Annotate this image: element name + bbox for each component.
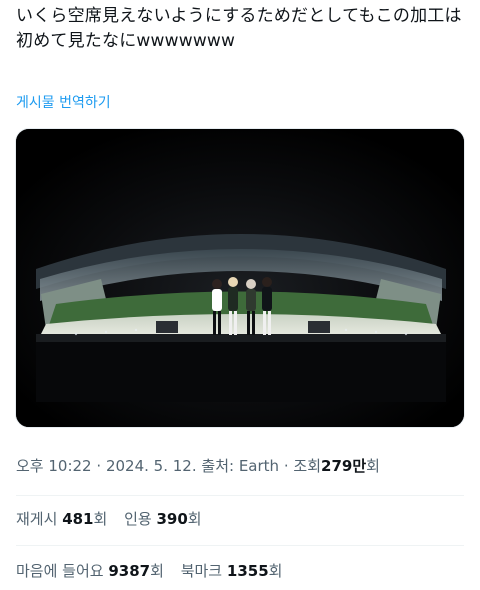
tweet-date[interactable]: 2024. 5. 12. — [106, 457, 197, 475]
meta-separator: · — [96, 457, 102, 475]
bookmarks-count: 1355 — [226, 562, 269, 580]
engagement-row-1: 재게시 481회 인용 390회 — [16, 508, 214, 530]
views-suffix: 회 — [366, 457, 380, 475]
likes-label: 마음에 들어요 — [16, 562, 104, 580]
bookmarks-stat[interactable]: 북마크 1355회 — [181, 560, 283, 582]
bookmarks-suffix: 회 — [268, 562, 283, 580]
quotes-label: 인용 — [124, 510, 152, 528]
divider — [16, 545, 464, 546]
meta-separator: · — [283, 457, 289, 475]
reposts-stat[interactable]: 재게시 481회 — [16, 508, 107, 530]
source-name: Earth — [238, 457, 280, 475]
likes-count: 9387 — [108, 562, 151, 580]
likes-suffix: 회 — [150, 562, 164, 580]
source-label: 출처: — [201, 457, 235, 475]
tweet-meta-line: 오후 10:22 · 2024. 5. 12. 출처: Earth · 조회27… — [16, 455, 380, 477]
engagement-row-2: 마음에 들어요 9387회 북마크 1355회 — [16, 560, 294, 582]
translate-post-link[interactable]: 게시물 번역하기 — [16, 93, 111, 113]
reposts-suffix: 회 — [93, 510, 108, 528]
tweet-media-photo[interactable] — [15, 128, 465, 428]
quotes-stat[interactable]: 인용 390회 — [124, 508, 202, 530]
likes-stat[interactable]: 마음에 들어요 9387회 — [16, 560, 164, 582]
reposts-count: 481 — [62, 510, 94, 528]
tweet-time[interactable]: 오후 10:22 — [16, 457, 92, 475]
views-label: 조회 — [293, 457, 322, 475]
reposts-label: 재게시 — [16, 510, 58, 528]
divider — [16, 495, 464, 496]
views-count: 279만 — [321, 457, 367, 475]
tweet-text: いくら空席見えないようにするためだとしてもこの加工は初めて見たなにwwwwwww — [16, 6, 462, 51]
quotes-suffix: 회 — [187, 510, 202, 528]
concert-stage-photo — [16, 129, 464, 427]
bookmarks-label: 북마크 — [180, 562, 223, 580]
quotes-count: 390 — [156, 510, 188, 528]
